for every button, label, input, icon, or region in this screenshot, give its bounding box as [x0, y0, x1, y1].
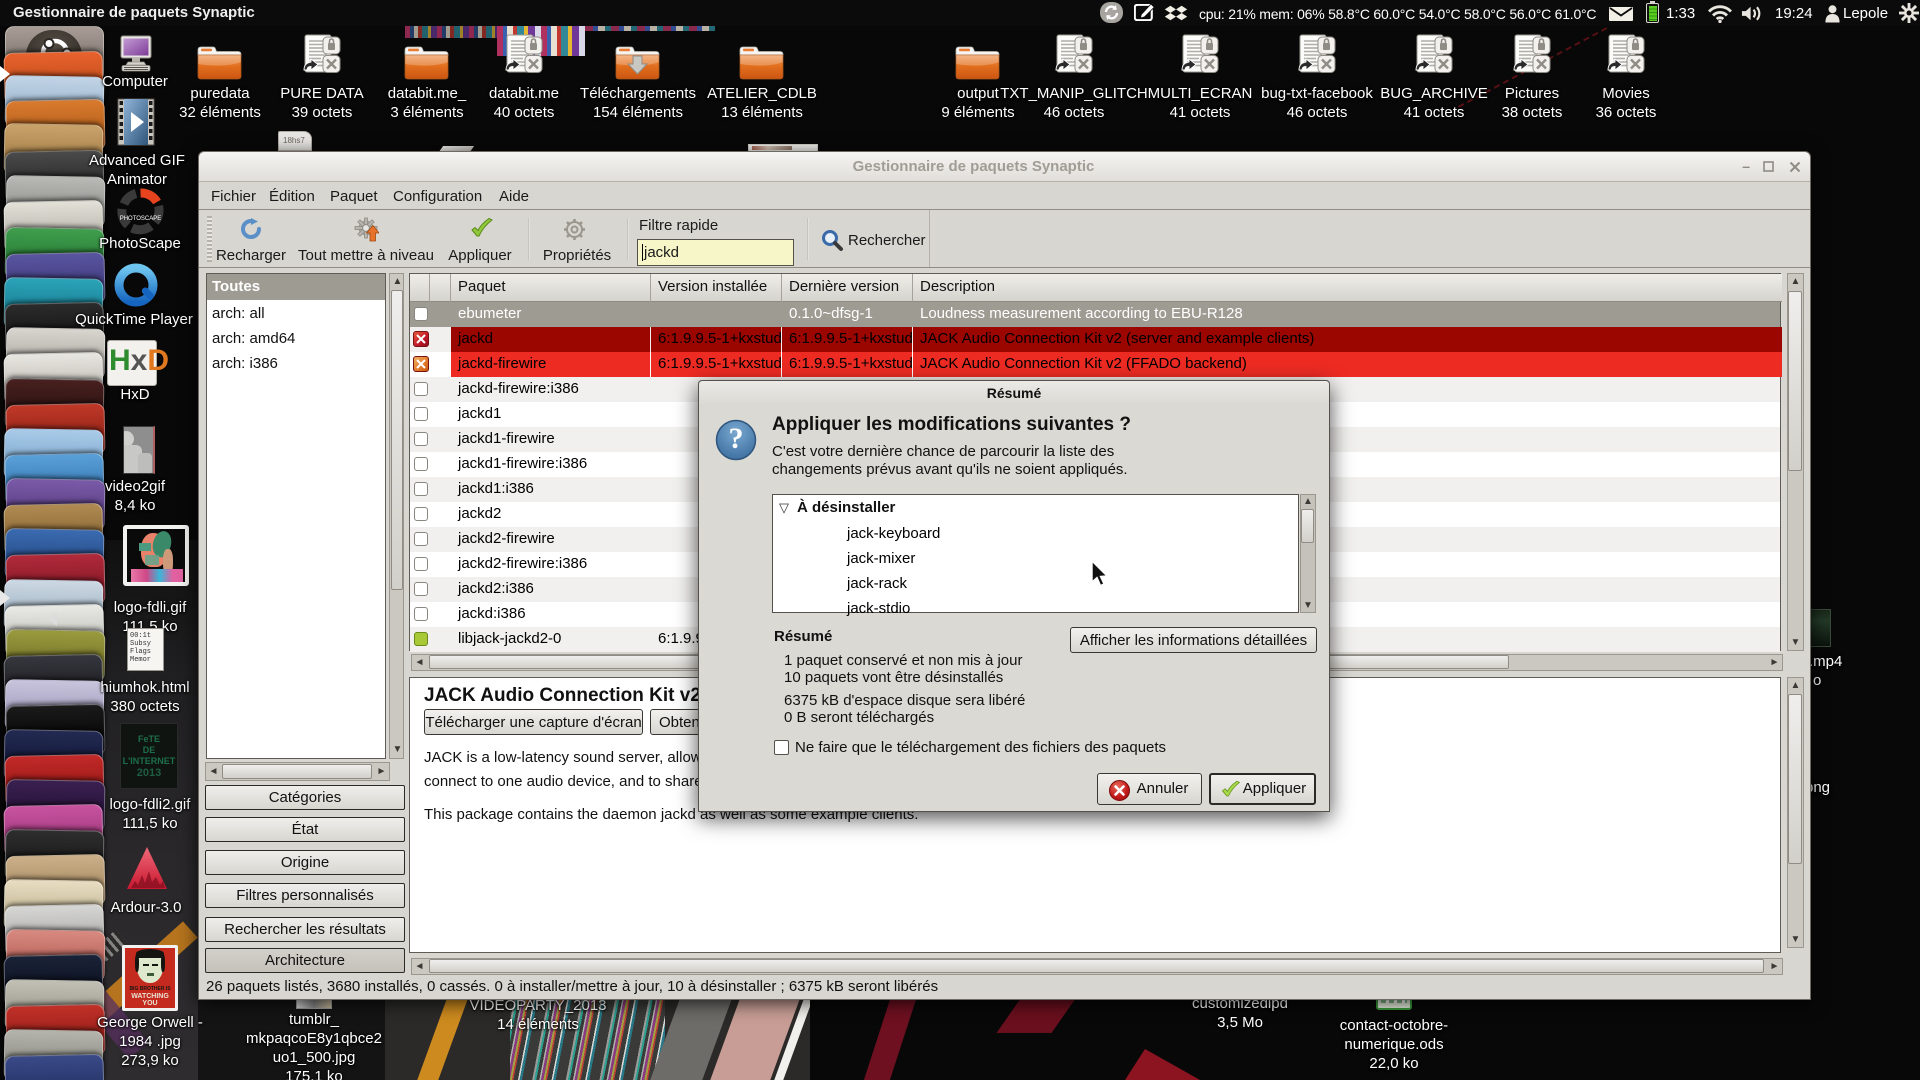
svg-text:?: ?: [729, 422, 744, 455]
svg-text:PHOTOSCAPE: PHOTOSCAPE: [120, 216, 162, 222]
